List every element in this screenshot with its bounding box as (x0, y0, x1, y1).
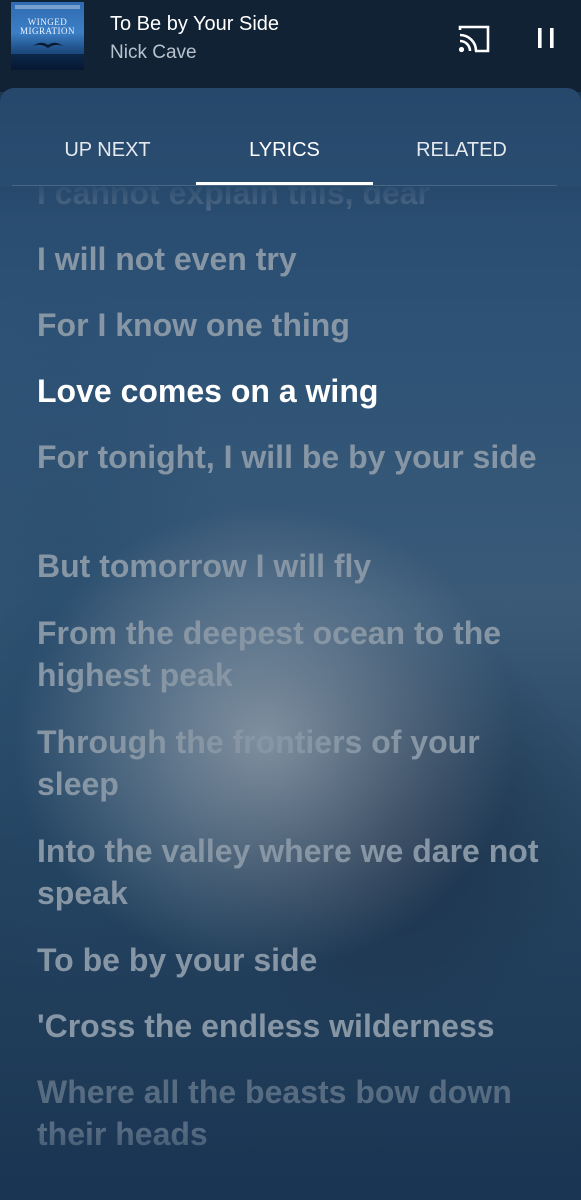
cast-button[interactable] (456, 24, 492, 54)
album-art[interactable]: WINGED MIGRATION (11, 2, 84, 70)
track-title: To Be by Your Side (110, 13, 280, 35)
tab-up-next[interactable]: UP NEXT (19, 138, 196, 168)
cast-icon (458, 25, 490, 53)
lyric-line: 'Cross the endless wilderness (37, 1008, 495, 1044)
pause-icon (538, 28, 554, 48)
lyric-line: I will not even try (37, 241, 297, 277)
lyric-line: Where all the beasts bow down their head… (37, 1074, 512, 1152)
lyric-line: For tonight, I will be by your side (37, 439, 537, 475)
lyric-line: Into the valley where we dare not speak (37, 833, 539, 911)
lyrics-view[interactable]: I cannot explain this, dear I will not e… (0, 186, 581, 1200)
pause-button[interactable] (526, 22, 566, 56)
lyric-line: To be by your side (37, 942, 318, 978)
player-panel: UP NEXT LYRICS RELATED I cannot explain … (0, 88, 581, 1200)
tab-bar: UP NEXT LYRICS RELATED (0, 88, 581, 186)
album-art-water (11, 54, 84, 70)
lyric-line: Through the frontiers of your sleep (37, 724, 480, 802)
album-art-header-strip (15, 5, 80, 9)
lyric-line: For I know one thing (37, 307, 350, 343)
lyric-line: But tomorrow I will fly (37, 548, 372, 584)
mini-player[interactable]: WINGED MIGRATION To Be by Your Side Nick… (0, 0, 581, 92)
lyric-line: I cannot explain this, dear (37, 186, 430, 211)
album-art-title: WINGED MIGRATION (20, 17, 75, 36)
lyric-line: From the deepest ocean to the highest pe… (37, 615, 502, 693)
current-lyric-line: Love comes on a wing (37, 373, 379, 409)
tab-related[interactable]: RELATED (373, 138, 550, 168)
tab-lyrics[interactable]: LYRICS (196, 138, 373, 168)
bird-silhouette-icon (33, 42, 63, 48)
track-artist: Nick Cave (110, 42, 197, 63)
